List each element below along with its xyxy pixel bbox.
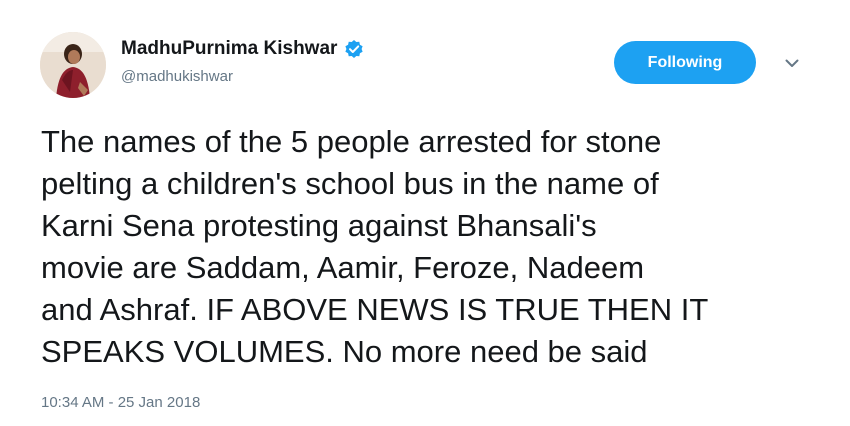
tweet-text-line: SPEAKS VOLUMES. No more need be said — [41, 334, 648, 369]
display-name[interactable]: MadhuPurnima Kishwar — [121, 38, 337, 60]
tweet-text-line: movie are Saddam, Aamir, Feroze, Nadeem — [41, 250, 645, 285]
avatar-image — [40, 32, 106, 98]
more-options-button[interactable] — [781, 53, 803, 73]
tweet-text-line: and Ashraf. IF ABOVE NEWS IS TRUE THEN I… — [41, 292, 709, 327]
avatar[interactable] — [40, 32, 106, 98]
tweet-timestamp[interactable]: 10:34 AM - 25 Jan 2018 — [41, 394, 200, 411]
tweet-text-line: pelting a children's school bus in the n… — [41, 166, 659, 201]
tweet-card: MadhuPurnima Kishwar @madhukishwar Follo… — [0, 0, 850, 426]
tweet-text-line: The names of the 5 people arrested for s… — [41, 124, 662, 159]
name-row: MadhuPurnima Kishwar — [121, 38, 364, 60]
chevron-down-icon — [785, 59, 799, 67]
following-button[interactable]: Following — [614, 41, 756, 84]
user-handle[interactable]: @madhukishwar — [121, 68, 233, 85]
tweet-text: The names of the 5 people arrested for s… — [41, 121, 831, 373]
tweet-text-line: Karni Sena protesting against Bhansali's — [41, 208, 597, 243]
verified-badge-icon — [344, 39, 364, 59]
